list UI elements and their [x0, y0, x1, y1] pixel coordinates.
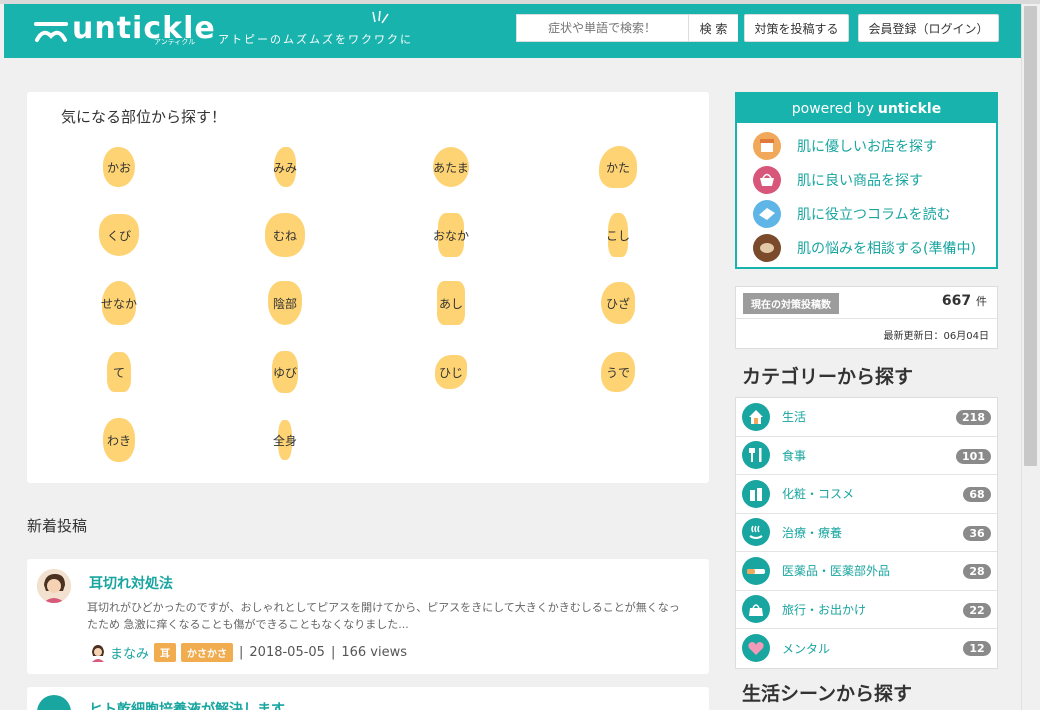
- post-title-link[interactable]: 耳切れ対処法: [89, 573, 173, 593]
- part-armpits[interactable]: わき: [89, 415, 149, 465]
- part-hips[interactable]: こし: [588, 210, 648, 260]
- part-groin[interactable]: 陰部: [255, 278, 315, 328]
- category-item-food[interactable]: 食事 101: [736, 437, 997, 475]
- category-item-life[interactable]: 生活 218: [736, 398, 997, 437]
- logo-kana: アンティクル: [154, 38, 196, 46]
- scenes-title: 生活シーンから探す: [742, 683, 913, 705]
- part-chest[interactable]: むね: [255, 210, 315, 260]
- avatar[interactable]: [37, 695, 71, 710]
- chat-icon: [753, 234, 781, 262]
- category-count: 101: [956, 448, 991, 464]
- post-tag[interactable]: かさかさ: [181, 643, 234, 662]
- post-views: 166 views: [341, 645, 408, 660]
- product-link[interactable]: 肌に良い商品を探す: [753, 166, 923, 194]
- onsen-icon: [742, 518, 770, 547]
- post-count-box: 現在の対策投稿数 667 件 最新更新日：06月04日: [735, 286, 998, 349]
- post-count: 667 件: [941, 293, 987, 309]
- bag-icon: [742, 595, 770, 624]
- part-head[interactable]: あたま: [421, 142, 481, 192]
- part-neck[interactable]: くび: [89, 210, 149, 260]
- category-count: 36: [963, 525, 991, 541]
- post-date: 2018-05-05: [249, 645, 325, 660]
- meta-separator: |: [239, 645, 244, 660]
- scrollbar[interactable]: [1021, 4, 1040, 710]
- meta-separator: |: [330, 645, 336, 660]
- basket-icon: [753, 166, 781, 194]
- category-item-cosmetics[interactable]: 化粧・コスメ 68: [736, 475, 997, 514]
- body-parts-panel: 気になる部位から探す！ かお みみ あたま かた くび むね おなか こし せな…: [27, 92, 709, 483]
- post-meta: まなみ 耳 かさかさ | 2018-05-05 | 166 views: [90, 643, 407, 662]
- part-face[interactable]: かお: [89, 142, 149, 192]
- medicine-icon: [742, 556, 770, 585]
- category-item-treatment[interactable]: 治療・療養 36: [736, 514, 997, 552]
- part-shoulders[interactable]: かた: [588, 142, 648, 192]
- logo-mark-icon: [34, 22, 68, 42]
- post-button[interactable]: 対策を投稿する: [744, 14, 849, 42]
- tagline: アトピーのムズムズをワクワクに: [218, 33, 413, 46]
- site-header: untickle アンティクル アトピーのムズムズをワクワクに 検 索 対策を投…: [4, 4, 1021, 58]
- post-author-link[interactable]: まなみ: [110, 643, 149, 662]
- body-parts-title: 気になる部位から探す！: [61, 108, 227, 126]
- login-button[interactable]: 会員登録（ログイン）: [858, 14, 999, 42]
- category-count: 28: [963, 564, 991, 579]
- part-fingers[interactable]: ゆび: [255, 347, 315, 397]
- category-list: 生活 218 食事 101 化粧・コスメ 68 治療・療養 36 医薬品・医薬部…: [735, 397, 998, 669]
- column-link[interactable]: 肌に役立つコラムを読む: [753, 200, 951, 228]
- search-input[interactable]: [517, 15, 687, 41]
- categories-title: カテゴリーから探す: [742, 366, 914, 388]
- part-knees[interactable]: ひざ: [588, 278, 648, 328]
- shop-icon: [753, 132, 781, 160]
- part-whole-body[interactable]: 全身: [255, 415, 315, 465]
- part-belly[interactable]: おなか: [421, 210, 481, 260]
- post-card[interactable]: ヒト乾細胞培養液が解決します: [27, 687, 709, 710]
- magazine-icon: [753, 200, 781, 228]
- heart-icon: [742, 634, 770, 663]
- category-count: 68: [963, 487, 991, 502]
- category-item-mental[interactable]: メンタル 12: [736, 629, 997, 668]
- powered-by-box: powered by untickle 肌に優しいお店を探す 肌に良い商品を探す …: [735, 92, 998, 269]
- part-elbows[interactable]: ひじ: [421, 347, 481, 397]
- post-card[interactable]: 耳切れ対処法 耳切れがひどかったのですが、おしゃれとしてピアスを開けてから、ピア…: [27, 559, 709, 674]
- cosmetics-icon: [742, 479, 770, 508]
- search-box: 検 索: [516, 14, 738, 42]
- scrollbar-thumb[interactable]: [1024, 6, 1037, 466]
- house-icon: [742, 402, 770, 431]
- count-badge: 現在の対策投稿数: [743, 293, 839, 314]
- category-count: 22: [963, 602, 991, 618]
- post-tag[interactable]: 耳: [154, 643, 177, 662]
- category-count: 218: [956, 410, 991, 425]
- category-item-travel[interactable]: 旅行・お出かけ 22: [736, 591, 997, 629]
- avatar-icon: [37, 569, 71, 603]
- shop-link[interactable]: 肌に優しいお店を探す: [753, 132, 937, 160]
- part-back[interactable]: せなか: [89, 278, 149, 328]
- part-arms[interactable]: うで: [588, 347, 648, 397]
- author-avatar-icon: [92, 644, 104, 662]
- part-legs[interactable]: あし: [421, 278, 481, 328]
- category-item-medicine[interactable]: 医薬品・医薬部外品 28: [736, 552, 997, 591]
- category-count: 12: [963, 641, 991, 656]
- cutlery-icon: [742, 441, 770, 470]
- post-title-link[interactable]: ヒト乾細胞培養液が解決します: [89, 699, 285, 710]
- divider: [736, 318, 997, 319]
- new-posts-title: 新着投稿: [27, 517, 88, 535]
- avatar[interactable]: [37, 569, 71, 603]
- powered-by-header: powered by untickle: [737, 94, 996, 123]
- last-updated: 最新更新日：06月04日: [883, 331, 989, 342]
- search-button[interactable]: 検 索: [688, 15, 738, 41]
- part-ears[interactable]: みみ: [255, 142, 315, 192]
- post-excerpt: 耳切れがひどかったのですが、おしゃれとしてピアスを開けてから、ピアスをきにして大…: [87, 601, 680, 631]
- consult-link[interactable]: 肌の悩みを相談する(準備中): [753, 234, 976, 262]
- sparkle-icon: [372, 10, 389, 24]
- part-hands[interactable]: て: [89, 347, 149, 397]
